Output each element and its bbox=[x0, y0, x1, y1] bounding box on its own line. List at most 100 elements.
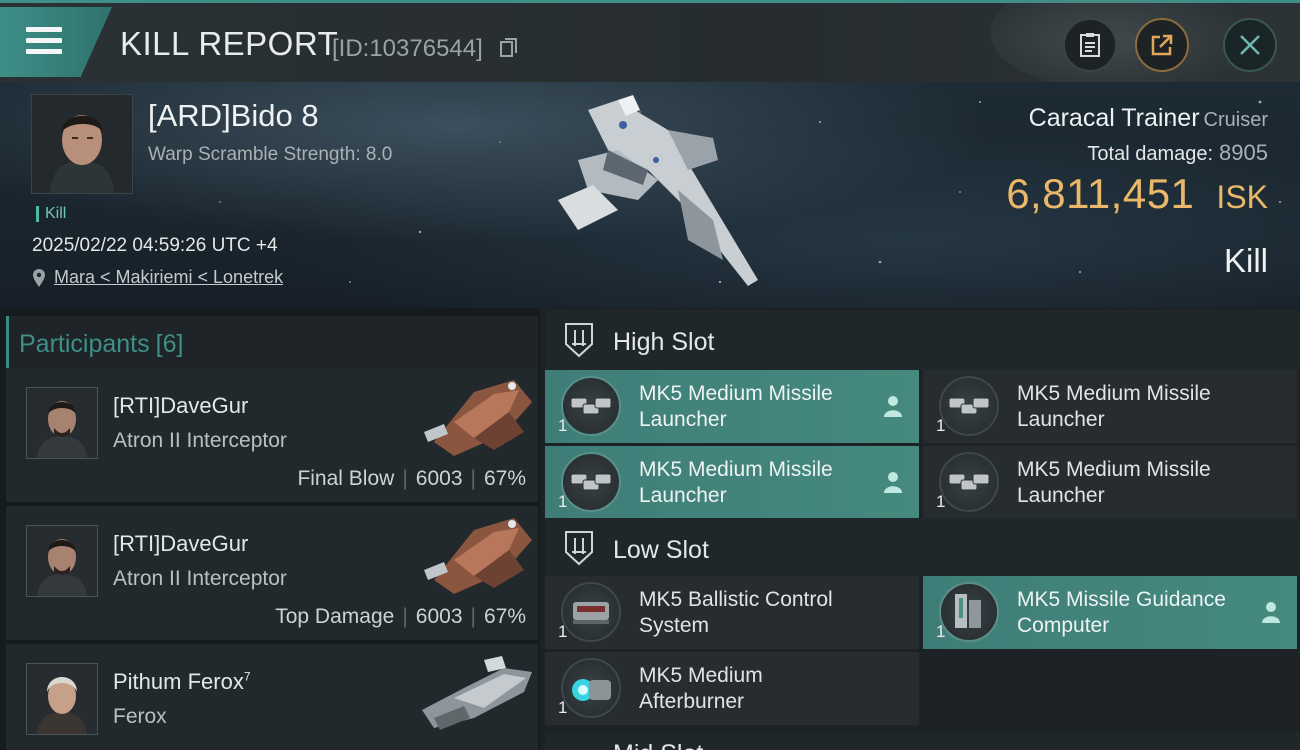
participant-card[interactable]: Pithum Ferox7 Ferox bbox=[6, 644, 538, 750]
menu-button[interactable] bbox=[0, 7, 112, 77]
low-slot-icon bbox=[565, 531, 593, 566]
kill-tag: Kill bbox=[36, 206, 66, 222]
person-icon bbox=[884, 396, 902, 417]
ship-name-text: Caracal Trainer bbox=[1028, 104, 1200, 132]
module-quantity: 1 bbox=[558, 492, 568, 511]
participant-ship: Atron II Interceptor bbox=[113, 567, 287, 590]
victim-ship-render bbox=[558, 95, 758, 286]
low-slot-title: Low Slot bbox=[613, 536, 709, 564]
high-slot-header: High Slot bbox=[545, 310, 1300, 370]
participant-damage: 6003 bbox=[415, 605, 463, 628]
participants-title: Participants bbox=[19, 329, 150, 358]
module-slot[interactable]: 1 MK5 Medium Missile Launcher bbox=[923, 370, 1297, 443]
participant-percent: 67% bbox=[483, 605, 526, 628]
module-slot[interactable]: 1 MK5 Missile Guidance Computer bbox=[923, 576, 1297, 649]
participant-ship-image bbox=[422, 656, 532, 730]
module-slot[interactable]: 1 MK5 Medium Missile Launcher bbox=[545, 370, 919, 443]
module-name: MK5 Missile Guidance Computer bbox=[1017, 588, 1226, 637]
mid-slot-header: Mid Slot bbox=[545, 732, 1300, 750]
participant-stats: Top Damage | 6003 | 67% bbox=[275, 605, 526, 628]
total-damage: Total damage: 8905 bbox=[1087, 140, 1268, 166]
module-slot[interactable]: 1 MK5 Medium Missile Launcher bbox=[545, 446, 919, 519]
victim-portrait[interactable] bbox=[31, 94, 133, 194]
participant-ship: Ferox bbox=[113, 705, 167, 728]
module-quantity: 1 bbox=[936, 416, 946, 435]
module-name: MK5 Medium Missile Launcher bbox=[639, 382, 833, 431]
module-quantity: 1 bbox=[558, 698, 568, 717]
module-quantity: 1 bbox=[558, 416, 568, 435]
isk-value-line: 6,811,451 ISK bbox=[1006, 170, 1268, 218]
share-icon bbox=[1151, 34, 1173, 56]
participant-percent: 67% bbox=[483, 467, 526, 490]
kill-timestamp: 2025/02/22 04:59:26 UTC +4 bbox=[32, 235, 278, 256]
kill-summary-banner: [ARD]Bido 8 Warp Scramble Strength: 8.0 … bbox=[0, 82, 1300, 308]
module-name: MK5 Medium Missile Launcher bbox=[1017, 382, 1211, 431]
high-slot-icon bbox=[565, 323, 593, 358]
module-slot[interactable]: 1 MK5 Medium Missile Launcher bbox=[923, 446, 1297, 519]
clipboard-button[interactable] bbox=[1063, 18, 1117, 72]
participant-name: [RTI]DaveGur bbox=[113, 531, 249, 556]
x-icon bbox=[886, 605, 900, 619]
high-slot-title: High Slot bbox=[613, 328, 715, 356]
report-id: [ID:10376544] bbox=[332, 35, 483, 62]
location-pin-icon bbox=[33, 269, 45, 287]
module-name: MK5 Medium Missile Launcher bbox=[1017, 458, 1211, 507]
missile-launcher-icon bbox=[939, 376, 999, 436]
isk-value: 6,811,451 bbox=[1006, 170, 1195, 217]
participant-portrait bbox=[26, 663, 98, 735]
ship-class: Cruiser bbox=[1203, 109, 1268, 131]
share-button[interactable] bbox=[1135, 18, 1189, 72]
total-damage-label: Total damage: bbox=[1087, 143, 1214, 165]
victim-ship-name[interactable]: Caracal Trainer Cruiser bbox=[1029, 104, 1268, 133]
participant-damage: 6003 bbox=[415, 467, 463, 490]
total-damage-value: 8905 bbox=[1219, 140, 1268, 165]
participants-count: [6] bbox=[155, 329, 184, 358]
x-icon bbox=[1264, 475, 1278, 489]
victim-name[interactable]: [ARD]Bido 8 bbox=[148, 98, 319, 134]
participant-ship: Atron II Interceptor bbox=[113, 429, 287, 452]
missile-launcher-icon bbox=[939, 452, 999, 512]
module-name: MK5 Medium Afterburner bbox=[639, 664, 763, 713]
copy-icon[interactable] bbox=[500, 38, 518, 58]
module-slot[interactable]: 1 MK5 Medium Afterburner bbox=[545, 652, 919, 725]
clipboard-icon bbox=[1080, 33, 1100, 57]
x-icon bbox=[886, 681, 900, 695]
close-icon bbox=[1240, 35, 1260, 55]
participant-card[interactable]: [RTI]DaveGur Atron II Interceptor Final … bbox=[6, 368, 538, 502]
x-icon bbox=[1264, 399, 1278, 413]
module-name: MK5 Ballistic Control System bbox=[639, 588, 833, 637]
participant-name-sup: 7 bbox=[243, 669, 251, 684]
module-name: MK5 Medium Missile Launcher bbox=[639, 458, 833, 507]
module-quantity: 1 bbox=[558, 622, 568, 641]
close-button[interactable] bbox=[1223, 18, 1277, 72]
fitting-panel: High Slot 1 MK5 Medium Missile Launcher … bbox=[545, 308, 1300, 750]
module-slot[interactable]: 1 MK5 Ballistic Control System bbox=[545, 576, 919, 649]
missile-launcher-icon bbox=[561, 376, 621, 436]
missile-launcher-icon bbox=[561, 452, 621, 512]
participants-header[interactable]: Participants [6] bbox=[6, 316, 538, 372]
participant-role: Final Blow bbox=[297, 467, 395, 490]
location-link[interactable]: Mara < Makiriemi < Lonetrek bbox=[54, 267, 283, 288]
ballistic-control-icon bbox=[561, 582, 621, 642]
low-slot-header: Low Slot bbox=[545, 518, 1300, 578]
participant-ship-image bbox=[424, 380, 532, 456]
page-title: KILL REPORT bbox=[120, 25, 339, 62]
participant-portrait bbox=[26, 525, 98, 597]
warp-scramble-strength: Warp Scramble Strength: 8.0 bbox=[148, 144, 393, 165]
header-bar: KILL REPORT [ID:10376544] bbox=[0, 0, 1300, 93]
module-quantity: 1 bbox=[936, 492, 946, 511]
result-label: Kill bbox=[1223, 242, 1268, 279]
module-quantity: 1 bbox=[936, 622, 946, 641]
person-icon bbox=[1262, 602, 1280, 623]
participant-name: Pithum Ferox7 bbox=[113, 669, 251, 695]
participants-panel: Participants [6] [RTI]DaveGur Atron II I… bbox=[0, 308, 540, 750]
afterburner-icon bbox=[561, 658, 621, 718]
participant-name: [RTI]DaveGur bbox=[113, 393, 249, 418]
mid-slot-title: Mid Slot bbox=[613, 740, 703, 750]
isk-unit: ISK bbox=[1216, 179, 1268, 215]
participant-stats: Final Blow | 6003 | 67% bbox=[297, 467, 526, 490]
person-icon bbox=[884, 472, 902, 493]
participant-role: Top Damage bbox=[275, 605, 395, 628]
participant-card[interactable]: [RTI]DaveGur Atron II Interceptor Top Da… bbox=[6, 506, 538, 640]
participant-portrait bbox=[26, 387, 98, 459]
